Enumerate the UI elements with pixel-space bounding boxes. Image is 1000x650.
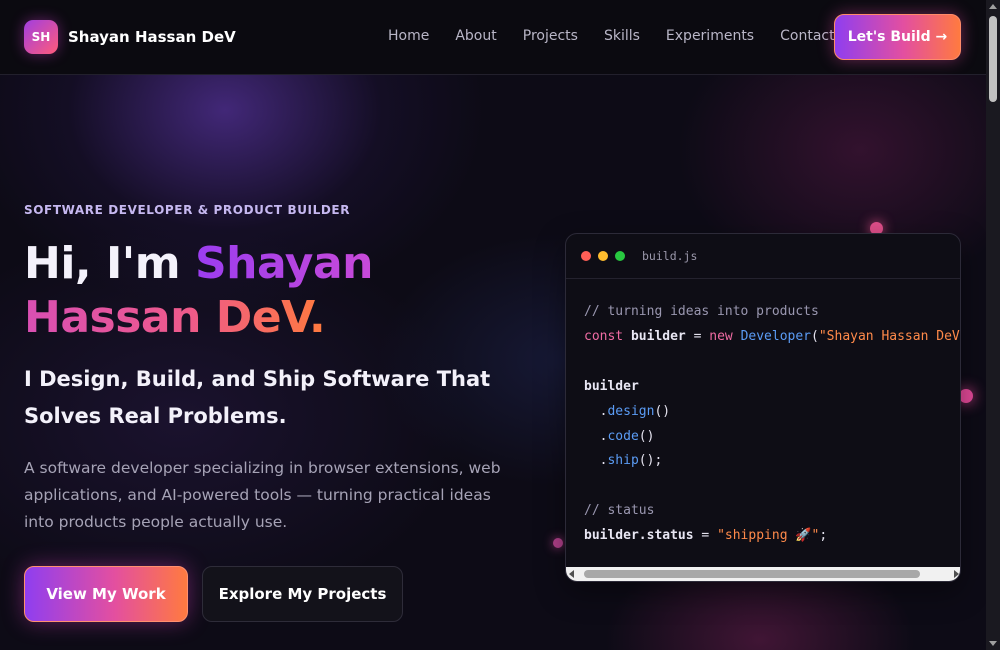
lets-build-button[interactable]: Let's Build → <box>834 14 961 60</box>
nav-link-contact[interactable]: Contact <box>780 28 834 44</box>
code-line: const builder = new Developer("Shayan Ha… <box>584 325 960 350</box>
code-content: // turning ideas into products const buil… <box>566 279 960 549</box>
code-line: // turning ideas into products <box>584 300 960 325</box>
glow-orb <box>553 538 563 548</box>
code-punct: () <box>654 403 671 419</box>
headline-name-first: Shayan <box>194 238 374 289</box>
nav-link-experiments[interactable]: Experiments <box>666 28 754 44</box>
code-punct: ; <box>819 528 828 544</box>
code-punct: () <box>638 428 655 444</box>
page-vertical-scrollbar[interactable] <box>986 0 1000 650</box>
nav-link-about[interactable]: About <box>455 28 496 44</box>
code-variable: builder <box>584 378 639 394</box>
window-close-dot-icon <box>581 251 591 261</box>
code-horizontal-scrollbar[interactable] <box>566 567 960 581</box>
headline-name-last: Hassan DeV. <box>24 292 326 343</box>
code-punct: ( <box>811 328 819 344</box>
code-scroll-thumb[interactable] <box>584 570 920 578</box>
code-punct: (); <box>638 453 663 469</box>
code-line: .code() <box>584 425 960 450</box>
code-line: // status <box>584 499 960 524</box>
explore-projects-button[interactable]: Explore My Projects <box>202 566 403 622</box>
code-operator: = <box>693 528 718 544</box>
code-filename: build.js <box>642 249 698 263</box>
page-scroll-thumb[interactable] <box>989 16 997 102</box>
code-line: .ship(); <box>584 449 960 474</box>
code-keyword: const <box>584 328 624 344</box>
nav-link-skills[interactable]: Skills <box>604 28 640 44</box>
code-window: build.js // turning ideas into products c… <box>565 233 961 582</box>
code-comment: // turning ideas into products <box>584 304 819 319</box>
code-line: builder <box>584 375 960 400</box>
hero-description: A software developer specializing in bro… <box>24 459 501 531</box>
nav-links: Home About Projects Skills Experiments C… <box>388 28 861 44</box>
glow-orb <box>959 389 973 403</box>
scroll-right-arrow-icon[interactable] <box>954 570 959 578</box>
nav-link-projects[interactable]: Projects <box>523 28 578 44</box>
code-line: builder.status = "shipping 🚀"; <box>584 524 960 549</box>
code-variable: builder <box>630 328 686 344</box>
window-minimize-dot-icon <box>598 251 608 261</box>
code-string: "Shayan Hassan DeV" <box>818 328 961 344</box>
logo-badge[interactable]: SH <box>24 20 58 54</box>
code-comment: // status <box>584 503 655 519</box>
brand-name[interactable]: Shayan Hassan DeV <box>68 28 236 46</box>
hero-eyebrow: SOFTWARE DEVELOPER & PRODUCT BUILDER <box>24 203 351 217</box>
top-navigation: SH Shayan Hassan DeV Home About Projects… <box>0 0 986 75</box>
scroll-left-arrow-icon[interactable] <box>569 570 574 578</box>
code-string: "shipping 🚀" <box>717 528 820 544</box>
nav-link-home[interactable]: Home <box>388 28 429 44</box>
code-class: Developer <box>740 328 812 344</box>
code-method: ship <box>607 453 639 469</box>
scroll-up-arrow-icon[interactable] <box>989 4 997 9</box>
code-line: .design() <box>584 400 960 425</box>
hero-headline: Hi, I'm Shayan Hassan DeV. <box>24 237 504 345</box>
code-property: .status <box>638 528 694 544</box>
hero-subheadline: I Design, Build, and Ship Software That … <box>24 367 491 428</box>
code-method: code <box>607 428 639 444</box>
scroll-down-arrow-icon[interactable] <box>989 641 997 646</box>
code-variable: builder <box>584 528 639 544</box>
code-window-header: build.js <box>566 234 960 279</box>
code-method: design <box>607 403 655 419</box>
code-keyword: new <box>709 328 733 344</box>
view-my-work-button[interactable]: View My Work <box>24 566 188 622</box>
window-maximize-dot-icon <box>615 251 625 261</box>
code-operator: = <box>685 328 710 344</box>
headline-prefix: Hi, I'm <box>24 238 195 289</box>
